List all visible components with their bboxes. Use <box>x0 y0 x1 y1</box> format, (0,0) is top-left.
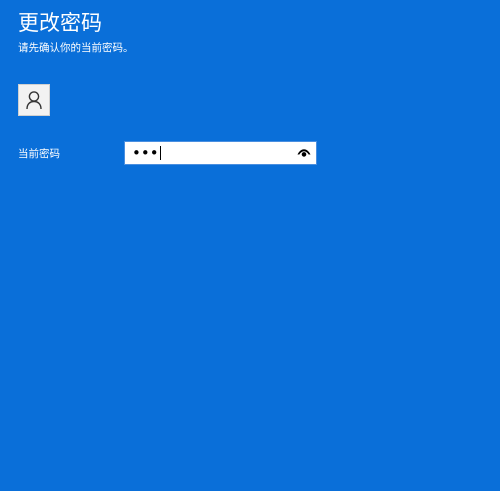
current-password-label: 当前密码 <box>18 148 60 160</box>
eye-icon <box>297 149 311 157</box>
current-password-masked-value: ••• <box>132 144 159 162</box>
avatar <box>18 84 50 116</box>
page-subtitle: 请先确认你的当前密码。 <box>18 42 134 54</box>
text-caret <box>159 146 161 160</box>
user-icon <box>26 91 42 110</box>
current-password-input[interactable]: ••• <box>125 142 292 164</box>
page-title: 更改密码 <box>18 11 102 35</box>
current-password-field[interactable]: ••• <box>124 141 317 165</box>
reveal-password-button[interactable] <box>292 142 316 164</box>
change-password-dialog: 更改密码 请先确认你的当前密码。 当前密码 ••• <box>0 0 500 491</box>
